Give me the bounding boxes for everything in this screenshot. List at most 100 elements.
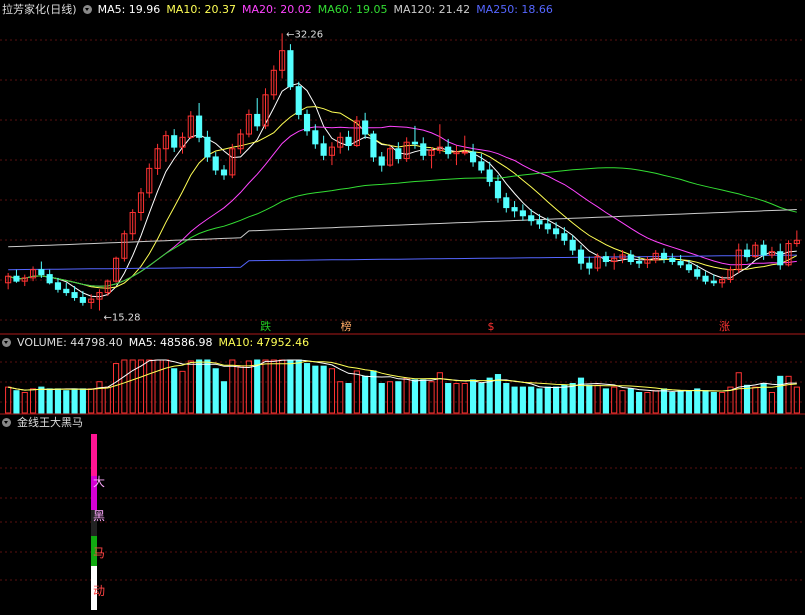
- volume-bar: [13, 390, 20, 414]
- volume-bar: [303, 363, 311, 414]
- candle-body: [345, 136, 352, 146]
- volume-bar: [71, 388, 78, 414]
- candle-body: [411, 141, 419, 145]
- ma5-label: MA5: 19.96: [97, 3, 161, 16]
- candle-body: [561, 233, 568, 241]
- volume-bar: [29, 388, 37, 414]
- settings-circle-icon[interactable]: [82, 5, 92, 14]
- volume-bar: [54, 388, 62, 414]
- volume-bar: [461, 383, 468, 414]
- volume-settings-circle-icon[interactable]: [2, 338, 11, 347]
- signal-marker: $: [488, 320, 495, 333]
- volume-bar: [760, 383, 767, 414]
- candle-body: [511, 207, 518, 212]
- volume-bar: [328, 368, 336, 414]
- ma60-label: MA60: 19.05: [317, 3, 388, 16]
- volume-bar: [362, 375, 369, 414]
- candle-body: [461, 151, 468, 154]
- volume-bar: [171, 368, 178, 414]
- volume-bar: [528, 386, 535, 414]
- volume-bar: [503, 383, 510, 414]
- volume-bar: [627, 388, 634, 414]
- candle-body: [528, 215, 535, 222]
- volume-bar: [204, 359, 211, 414]
- signal-marker: 涨: [719, 320, 730, 333]
- candle-body: [553, 228, 560, 235]
- volume-bar: [137, 359, 145, 414]
- volume-bar: [220, 381, 228, 414]
- candle-body: [760, 244, 767, 256]
- candle-body: [636, 261, 643, 264]
- candle-body: [445, 146, 452, 155]
- ma120-label: MA120: 21.42: [393, 3, 471, 16]
- candle-body: [320, 143, 327, 156]
- volume-bar: [104, 386, 111, 414]
- indicator-label: 动: [93, 584, 105, 598]
- volume-bar: [38, 386, 45, 414]
- candle-body: [677, 261, 684, 266]
- stock-title: 拉芳家化(日线): [2, 3, 77, 16]
- volume-bar: [743, 384, 751, 414]
- volume-bar: [768, 391, 776, 414]
- volume-bar: [63, 390, 70, 414]
- volume-bar: [445, 383, 452, 414]
- candle-body: [54, 282, 62, 290]
- volume-bar: [312, 365, 319, 414]
- candle-body: [694, 269, 701, 277]
- candle-body: [220, 169, 228, 176]
- candle-body: [63, 288, 70, 294]
- volume-bar: [245, 360, 252, 414]
- volume-bar: [636, 391, 643, 414]
- indicator-title: 金线王大黑马: [17, 416, 83, 429]
- volume-bar: [5, 386, 12, 414]
- volume-bar: [295, 359, 302, 414]
- volume-bar: [337, 381, 344, 414]
- candle-body: [486, 169, 493, 182]
- candle-body: [536, 220, 543, 225]
- volume-bar: [229, 359, 236, 414]
- volume-bar: [486, 377, 493, 414]
- low-price-annotation: ←15.28: [103, 313, 140, 324]
- volume-bar: [21, 391, 28, 414]
- candle-body: [212, 156, 219, 171]
- volume-bar: [777, 375, 784, 414]
- volume-bar: [677, 390, 684, 414]
- volume-bar: [79, 388, 86, 414]
- indicator-settings-circle-icon[interactable]: [2, 418, 11, 427]
- volume-bar: [561, 384, 568, 414]
- volume-bar: [237, 365, 244, 414]
- candle-body: [254, 113, 261, 127]
- volume-bar: [96, 381, 103, 414]
- volume-bar: [644, 391, 651, 414]
- volume-bar: [702, 390, 709, 414]
- volume-bar: [353, 370, 360, 414]
- volume-bar: [212, 368, 219, 414]
- candle-body: [362, 120, 369, 135]
- volume-label: VOLUME: 44798.40: [17, 336, 123, 349]
- volume-bar: [187, 360, 194, 414]
- candle-body: [669, 257, 676, 263]
- candle-body: [544, 223, 551, 230]
- volume-bar: [121, 359, 128, 414]
- candle-body: [196, 115, 203, 138]
- indicator-panel-header: 金线王大黑马: [2, 416, 89, 430]
- volume-bar: [752, 386, 759, 414]
- volume-bar: [694, 388, 701, 414]
- candle-body: [303, 113, 311, 132]
- volume-bar: [254, 359, 261, 414]
- volume-bar: [46, 388, 53, 414]
- volume-bar: [478, 383, 485, 414]
- price-panel-header: 拉芳家化(日线) MA5: 19.96 MA10: 20.37 MA20: 20.02…: [2, 3, 559, 17]
- candle-body: [627, 254, 634, 263]
- volume-bar: [196, 359, 203, 414]
- volume-bar: [129, 359, 136, 414]
- volume-panel-header: VOLUME: 44798.40 MA5: 48586.98 MA10: 47952…: [2, 336, 315, 350]
- candle-body: [370, 133, 377, 158]
- volume-bar: [345, 383, 352, 414]
- candle-body: [46, 274, 53, 284]
- volume-bar: [411, 379, 419, 414]
- candle-body: [494, 180, 502, 199]
- volume-bar: [378, 383, 385, 414]
- candle-body: [519, 210, 526, 217]
- candle-body: [469, 151, 477, 163]
